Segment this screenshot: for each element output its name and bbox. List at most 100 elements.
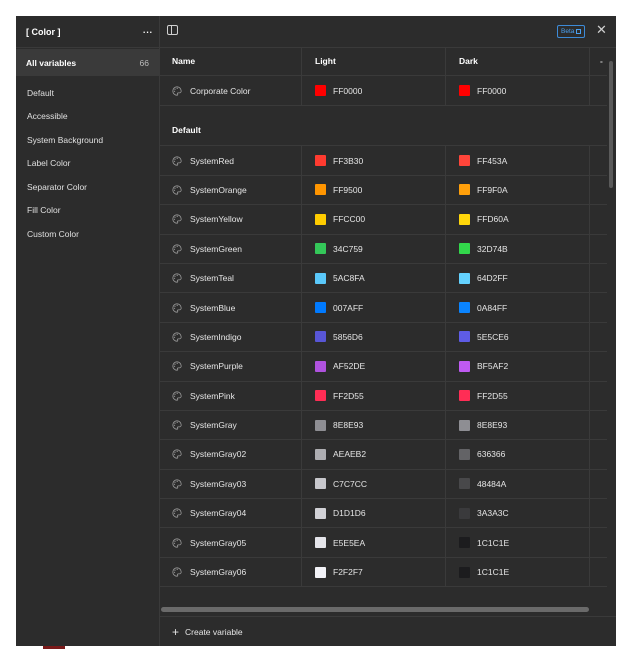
dark-value-cell[interactable]: 5E5CE6 xyxy=(446,322,590,352)
dark-value-cell[interactable]: FF9F0A xyxy=(446,175,590,205)
dark-color-swatch[interactable] xyxy=(459,478,470,490)
dark-color-swatch[interactable] xyxy=(459,566,470,578)
sidebar-item-system-background[interactable]: System Background xyxy=(16,128,159,152)
dark-value-cell[interactable]: FF453A xyxy=(446,146,590,175)
variable-name-cell[interactable]: SystemRed xyxy=(160,146,302,175)
dark-value-cell[interactable]: FF0000 xyxy=(446,76,590,105)
table-row[interactable]: SystemPink FF2D55 FF2D55 xyxy=(160,381,607,411)
light-value-cell[interactable]: F2F2F7 xyxy=(302,557,446,587)
light-color-swatch[interactable] xyxy=(315,302,326,314)
table-row[interactable]: SystemGray03 C7C7CC 48484A xyxy=(160,469,607,500)
dark-color-swatch[interactable] xyxy=(459,507,470,519)
horizontal-scrollbar[interactable] xyxy=(161,607,589,612)
light-color-swatch[interactable] xyxy=(315,448,326,460)
dark-value-cell[interactable]: BF5AF2 xyxy=(446,352,590,381)
dark-value-cell[interactable]: 1C1C1E xyxy=(446,528,590,557)
dark-color-swatch[interactable] xyxy=(459,360,470,372)
light-color-swatch[interactable] xyxy=(315,390,326,402)
dark-color-swatch[interactable] xyxy=(459,85,470,97)
light-color-swatch[interactable] xyxy=(315,419,326,431)
column-header-name[interactable]: Name xyxy=(160,47,302,76)
variable-name-cell[interactable]: SystemGray xyxy=(160,410,302,440)
sidebar-item-fill-color[interactable]: Fill Color xyxy=(16,199,159,223)
variable-name-cell[interactable]: SystemPurple xyxy=(160,352,302,381)
column-header-extra[interactable]: - xyxy=(590,47,607,75)
dark-value-cell[interactable]: 1C1C1E xyxy=(446,557,590,587)
dark-value-cell[interactable]: FFD60A xyxy=(446,205,590,234)
table-row[interactable]: SystemGreen 34C759 32D74B xyxy=(160,234,607,264)
dark-color-swatch[interactable] xyxy=(459,390,470,402)
light-color-swatch[interactable] xyxy=(315,155,326,167)
sidebar-item-all-variables[interactable]: All variables 66 xyxy=(16,49,159,76)
more-options-icon[interactable]: ··· xyxy=(142,25,153,38)
variable-name-cell[interactable]: SystemGray05 xyxy=(160,528,302,557)
light-value-cell[interactable]: FF2D55 xyxy=(302,381,446,410)
table-row[interactable]: SystemGray04 D1D1D6 3A3A3C xyxy=(160,499,607,529)
light-value-cell[interactable]: 8E8E93 xyxy=(302,410,446,440)
sidebar-item-separator-color[interactable]: Separator Color xyxy=(16,175,159,199)
table-row[interactable]: SystemRed FF3B30 FF453A xyxy=(160,146,607,176)
variable-name-cell[interactable]: SystemGray03 xyxy=(160,469,302,499)
sidebar-item-label-color[interactable]: Label Color xyxy=(16,152,159,176)
table-row[interactable]: SystemTeal 5AC8FA 64D2FF xyxy=(160,263,607,294)
collection-title[interactable]: [ Color ] xyxy=(26,27,61,37)
light-color-swatch[interactable] xyxy=(315,478,326,490)
light-value-cell[interactable]: D1D1D6 xyxy=(302,499,446,528)
dark-color-swatch[interactable] xyxy=(459,331,470,343)
dark-value-cell[interactable]: 48484A xyxy=(446,469,590,499)
variable-name-cell[interactable]: SystemOrange xyxy=(160,175,302,205)
light-value-cell[interactable]: AF52DE xyxy=(302,352,446,381)
light-color-swatch[interactable] xyxy=(315,184,326,196)
dark-color-swatch[interactable] xyxy=(459,155,470,167)
light-value-cell[interactable]: E5E5EA xyxy=(302,528,446,557)
variable-name-cell[interactable]: SystemBlue xyxy=(160,293,302,322)
table-row[interactable]: SystemBlue 007AFF 0A84FF xyxy=(160,293,607,323)
variable-name-cell[interactable]: SystemGreen xyxy=(160,234,302,263)
variable-name-cell[interactable]: SystemYellow xyxy=(160,205,302,234)
light-value-cell[interactable]: 007AFF xyxy=(302,293,446,322)
dark-color-swatch[interactable] xyxy=(459,302,470,314)
variable-name-cell[interactable]: SystemIndigo xyxy=(160,322,302,352)
table-row[interactable]: SystemGray05 E5E5EA 1C1C1E xyxy=(160,528,607,558)
dark-color-swatch[interactable] xyxy=(459,448,470,460)
table-row[interactable]: Corporate Color FF0000 FF0000 xyxy=(160,76,607,106)
table-row[interactable]: SystemOrange FF9500 FF9F0A xyxy=(160,175,607,206)
sidebar-toggle-icon[interactable] xyxy=(167,25,178,35)
table-row[interactable]: SystemGray 8E8E93 8E8E93 xyxy=(160,410,607,441)
sidebar-item-accessible[interactable]: Accessible xyxy=(16,105,159,129)
variable-name-cell[interactable]: SystemGray04 xyxy=(160,499,302,528)
light-color-swatch[interactable] xyxy=(315,243,326,255)
table-row[interactable]: SystemYellow FFCC00 FFD60A xyxy=(160,205,607,235)
dark-color-swatch[interactable] xyxy=(459,213,470,225)
dark-value-cell[interactable]: 636366 xyxy=(446,440,590,469)
light-color-swatch[interactable] xyxy=(315,85,326,97)
light-color-swatch[interactable] xyxy=(315,272,326,284)
dark-color-swatch[interactable] xyxy=(459,272,470,284)
sidebar-item-custom-color[interactable]: Custom Color xyxy=(16,222,159,246)
create-variable-button[interactable]: + Create variable xyxy=(160,616,616,646)
dark-color-swatch[interactable] xyxy=(459,419,470,431)
table-row[interactable]: SystemIndigo 5856D6 5E5CE6 xyxy=(160,322,607,353)
light-color-swatch[interactable] xyxy=(315,331,326,343)
variable-name-cell[interactable]: SystemGray02 xyxy=(160,440,302,469)
column-header-dark[interactable]: Dark xyxy=(446,47,590,76)
light-color-swatch[interactable] xyxy=(315,537,326,549)
variable-name-cell[interactable]: Corporate Color xyxy=(160,76,302,105)
light-color-swatch[interactable] xyxy=(315,566,326,578)
dark-value-cell[interactable]: 32D74B xyxy=(446,234,590,263)
light-color-swatch[interactable] xyxy=(315,360,326,372)
light-value-cell[interactable]: 5856D6 xyxy=(302,322,446,352)
table-row[interactable]: SystemGray02 AEAEB2 636366 xyxy=(160,440,607,470)
dark-color-swatch[interactable] xyxy=(459,184,470,196)
variable-name-cell[interactable]: SystemTeal xyxy=(160,263,302,293)
beta-badge[interactable]: Beta xyxy=(557,25,586,38)
dark-color-swatch[interactable] xyxy=(459,537,470,549)
light-value-cell[interactable]: FF0000 xyxy=(302,76,446,105)
light-value-cell[interactable]: 34C759 xyxy=(302,234,446,263)
light-color-swatch[interactable] xyxy=(315,213,326,225)
variable-name-cell[interactable]: SystemGray06 xyxy=(160,557,302,587)
light-value-cell[interactable]: FFCC00 xyxy=(302,205,446,234)
dark-value-cell[interactable]: 64D2FF xyxy=(446,263,590,293)
variable-name-cell[interactable]: SystemPink xyxy=(160,381,302,410)
sidebar-item-default[interactable]: Default xyxy=(16,81,159,105)
